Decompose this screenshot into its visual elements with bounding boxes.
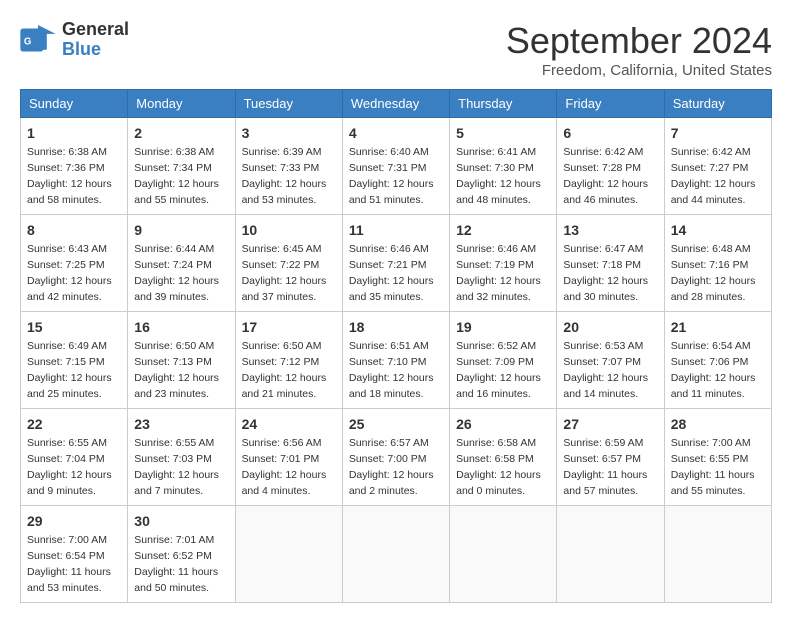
day-8: 8Sunrise: 6:43 AMSunset: 7:25 PMDaylight…: [21, 215, 128, 312]
day-19: 19Sunrise: 6:52 AMSunset: 7:09 PMDayligh…: [450, 312, 557, 409]
day-12: 12Sunrise: 6:46 AMSunset: 7:19 PMDayligh…: [450, 215, 557, 312]
header-saturday: Saturday: [664, 90, 771, 118]
day-28: 28Sunrise: 7:00 AMSunset: 6:55 PMDayligh…: [664, 409, 771, 506]
calendar: Sunday Monday Tuesday Wednesday Thursday…: [20, 89, 772, 603]
logo-text: General Blue: [62, 20, 129, 60]
header-monday: Monday: [128, 90, 235, 118]
day-11: 11Sunrise: 6:46 AMSunset: 7:21 PMDayligh…: [342, 215, 449, 312]
day-29: 29Sunrise: 7:00 AMSunset: 6:54 PMDayligh…: [21, 506, 128, 603]
header-thursday: Thursday: [450, 90, 557, 118]
logo-line1: General: [62, 20, 129, 40]
day-17: 17Sunrise: 6:50 AMSunset: 7:12 PMDayligh…: [235, 312, 342, 409]
day-14: 14Sunrise: 6:48 AMSunset: 7:16 PMDayligh…: [664, 215, 771, 312]
day-27: 27Sunrise: 6:59 AMSunset: 6:57 PMDayligh…: [557, 409, 664, 506]
header-friday: Friday: [557, 90, 664, 118]
day-15: 15Sunrise: 6:49 AMSunset: 7:15 PMDayligh…: [21, 312, 128, 409]
empty-cell: [450, 506, 557, 603]
page-header: G General Blue September 2024 Freedom, C…: [20, 20, 772, 79]
table-row: 29Sunrise: 7:00 AMSunset: 6:54 PMDayligh…: [21, 506, 772, 603]
day-9: 9Sunrise: 6:44 AMSunset: 7:24 PMDaylight…: [128, 215, 235, 312]
title-section: September 2024 Freedom, California, Unit…: [506, 20, 772, 79]
table-row: 22Sunrise: 6:55 AMSunset: 7:04 PMDayligh…: [21, 409, 772, 506]
day-30: 30Sunrise: 7:01 AMSunset: 6:52 PMDayligh…: [128, 506, 235, 603]
logo-line2: Blue: [62, 40, 129, 60]
logo: G General Blue: [20, 20, 129, 60]
day-16: 16Sunrise: 6:50 AMSunset: 7:13 PMDayligh…: [128, 312, 235, 409]
day-23: 23Sunrise: 6:55 AMSunset: 7:03 PMDayligh…: [128, 409, 235, 506]
header-wednesday: Wednesday: [342, 90, 449, 118]
month-title: September 2024: [506, 20, 772, 62]
day-4: 4Sunrise: 6:40 AMSunset: 7:31 PMDaylight…: [342, 118, 449, 215]
day-21: 21Sunrise: 6:54 AMSunset: 7:06 PMDayligh…: [664, 312, 771, 409]
day-6: 6Sunrise: 6:42 AMSunset: 7:28 PMDaylight…: [557, 118, 664, 215]
day-20: 20Sunrise: 6:53 AMSunset: 7:07 PMDayligh…: [557, 312, 664, 409]
day-1: 1Sunrise: 6:38 AMSunset: 7:36 PMDaylight…: [21, 118, 128, 215]
day-22: 22Sunrise: 6:55 AMSunset: 7:04 PMDayligh…: [21, 409, 128, 506]
table-row: 8Sunrise: 6:43 AMSunset: 7:25 PMDaylight…: [21, 215, 772, 312]
day-24: 24Sunrise: 6:56 AMSunset: 7:01 PMDayligh…: [235, 409, 342, 506]
day-10: 10Sunrise: 6:45 AMSunset: 7:22 PMDayligh…: [235, 215, 342, 312]
day-26: 26Sunrise: 6:58 AMSunset: 6:58 PMDayligh…: [450, 409, 557, 506]
table-row: 15Sunrise: 6:49 AMSunset: 7:15 PMDayligh…: [21, 312, 772, 409]
day-5: 5Sunrise: 6:41 AMSunset: 7:30 PMDaylight…: [450, 118, 557, 215]
empty-cell: [342, 506, 449, 603]
day-3: 3Sunrise: 6:39 AMSunset: 7:33 PMDaylight…: [235, 118, 342, 215]
empty-cell: [664, 506, 771, 603]
day-18: 18Sunrise: 6:51 AMSunset: 7:10 PMDayligh…: [342, 312, 449, 409]
logo-icon: G: [20, 25, 56, 55]
empty-cell: [235, 506, 342, 603]
header-tuesday: Tuesday: [235, 90, 342, 118]
day-2: 2Sunrise: 6:38 AMSunset: 7:34 PMDaylight…: [128, 118, 235, 215]
empty-cell: [557, 506, 664, 603]
day-7: 7Sunrise: 6:42 AMSunset: 7:27 PMDaylight…: [664, 118, 771, 215]
day-25: 25Sunrise: 6:57 AMSunset: 7:00 PMDayligh…: [342, 409, 449, 506]
weekday-header-row: Sunday Monday Tuesday Wednesday Thursday…: [21, 90, 772, 118]
header-sunday: Sunday: [21, 90, 128, 118]
location: Freedom, California, United States: [506, 62, 772, 79]
day-13: 13Sunrise: 6:47 AMSunset: 7:18 PMDayligh…: [557, 215, 664, 312]
table-row: 1Sunrise: 6:38 AMSunset: 7:36 PMDaylight…: [21, 118, 772, 215]
svg-text:G: G: [24, 36, 32, 47]
